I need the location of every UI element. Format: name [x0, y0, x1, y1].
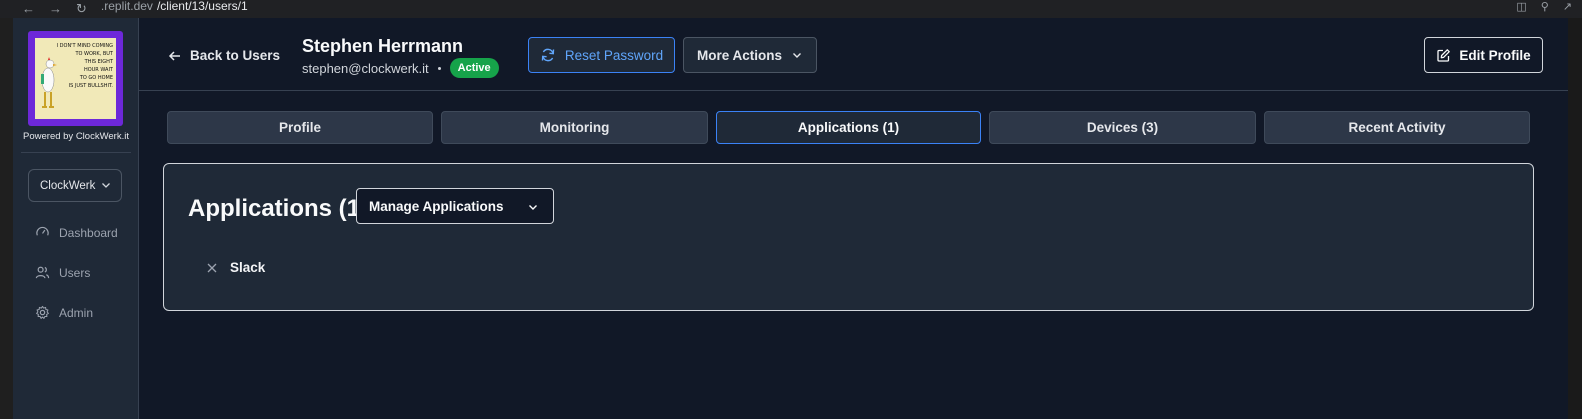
edit-profile-button[interactable]: Edit Profile	[1424, 37, 1543, 73]
logo-meme-image: I DON'T MIND COMING TO WORK, BUT THIS EIGH…	[35, 38, 116, 119]
status-badge: Active	[449, 58, 499, 78]
tab-recent-activity[interactable]: Recent Activity	[1264, 111, 1530, 144]
edit-profile-label: Edit Profile	[1459, 47, 1531, 63]
more-actions-button[interactable]: More Actions	[683, 37, 817, 73]
url-path: /client/13/users/1	[156, 0, 248, 13]
reset-password-label: Reset Password	[564, 47, 664, 63]
powered-by-label: Powered by ClockWerk.it	[23, 131, 129, 142]
refresh-icon	[541, 48, 555, 62]
tab-label: Recent Activity	[1348, 120, 1446, 135]
more-actions-label: More Actions	[696, 47, 782, 63]
window-left-edge	[0, 18, 13, 419]
applications-card: Applications (1) Manage Applications Sla…	[163, 163, 1534, 311]
tab-monitoring[interactable]: Monitoring	[441, 111, 708, 144]
app-logo[interactable]: I DON'T MIND COMING TO WORK, BUT THIS EIGH…	[28, 31, 123, 126]
reload-icon[interactable]: ↻	[76, 1, 87, 17]
arrow-left-icon	[168, 50, 180, 61]
address-bar[interactable]: .replit.dev/client/13/users/1	[101, 0, 248, 13]
sidebar-item-users[interactable]: Users	[35, 265, 90, 280]
org-selector-value: ClockWerk	[40, 179, 96, 192]
browser-nav: ← → ↻	[22, 1, 87, 17]
edit-icon	[1437, 48, 1451, 62]
window-right-edge	[1568, 18, 1582, 419]
browser-toolbar: ← → ↻ .replit.dev/client/13/users/1 ◫ ⚲ …	[0, 0, 1582, 18]
application-name: Slack	[230, 260, 266, 275]
gauge-icon	[36, 226, 49, 236]
key-icon[interactable]: ⚲	[1541, 0, 1549, 13]
browser-actions: ◫ ⚲ ↗	[1516, 0, 1572, 13]
sidebar-item-label: Admin	[59, 305, 94, 320]
logo-caption: I DON'T MIND COMING TO WORK, BUT THIS EIGH…	[56, 43, 113, 89]
sidebar-item-admin[interactable]: Admin	[35, 305, 93, 320]
gear-icon	[36, 305, 49, 319]
back-arrow-icon[interactable]: ←	[22, 1, 35, 17]
sidebar: I DON'T MIND COMING TO WORK, BUT THIS EIGH…	[13, 18, 139, 419]
forward-arrow-icon[interactable]: →	[49, 1, 62, 17]
user-email: stephen@clockwerk.it	[302, 60, 429, 76]
tab-label: Monitoring	[539, 120, 610, 135]
tab-label: Devices (3)	[1086, 120, 1159, 135]
users-icon	[35, 266, 50, 279]
sidebar-divider	[21, 152, 131, 153]
tab-label: Applications (1)	[797, 120, 900, 135]
chevron-down-icon	[793, 53, 801, 58]
page-title: Stephen Herrmann	[302, 36, 464, 56]
sidebar-item-dashboard[interactable]: Dashboard	[35, 225, 118, 240]
page-header: Back to Users Stephen Herrmann stephen@c…	[139, 18, 1568, 91]
tab-devices[interactable]: Devices (3)	[989, 111, 1256, 144]
user-meta: stephen@clockwerk.it Active	[302, 58, 499, 78]
org-selector[interactable]: ClockWerk	[28, 169, 122, 202]
reset-password-button[interactable]: Reset Password	[528, 37, 675, 73]
close-icon[interactable]	[206, 262, 218, 274]
back-link-label: Back to Users	[190, 48, 281, 63]
chevron-down-icon	[529, 205, 537, 210]
list-item: Slack	[206, 260, 265, 275]
applications-title: Applications (1)	[188, 195, 369, 222]
separator-dot	[437, 66, 441, 70]
sidebar-item-label: Dashboard	[59, 225, 118, 240]
tab-label: Profile	[278, 120, 321, 135]
sidebar-item-label: Users	[59, 265, 91, 280]
manage-applications-label: Manage Applications	[369, 198, 504, 214]
share-icon[interactable]: ↗	[1563, 0, 1572, 13]
url-host: .replit.dev	[100, 0, 153, 13]
back-to-users-link[interactable]: Back to Users	[168, 48, 280, 63]
chevron-down-icon	[102, 183, 110, 188]
tab-applications[interactable]: Applications (1)	[716, 111, 981, 144]
extension-icon[interactable]: ◫	[1516, 0, 1526, 13]
tab-profile[interactable]: Profile	[167, 111, 433, 144]
manage-applications-dropdown[interactable]: Manage Applications	[356, 188, 554, 224]
